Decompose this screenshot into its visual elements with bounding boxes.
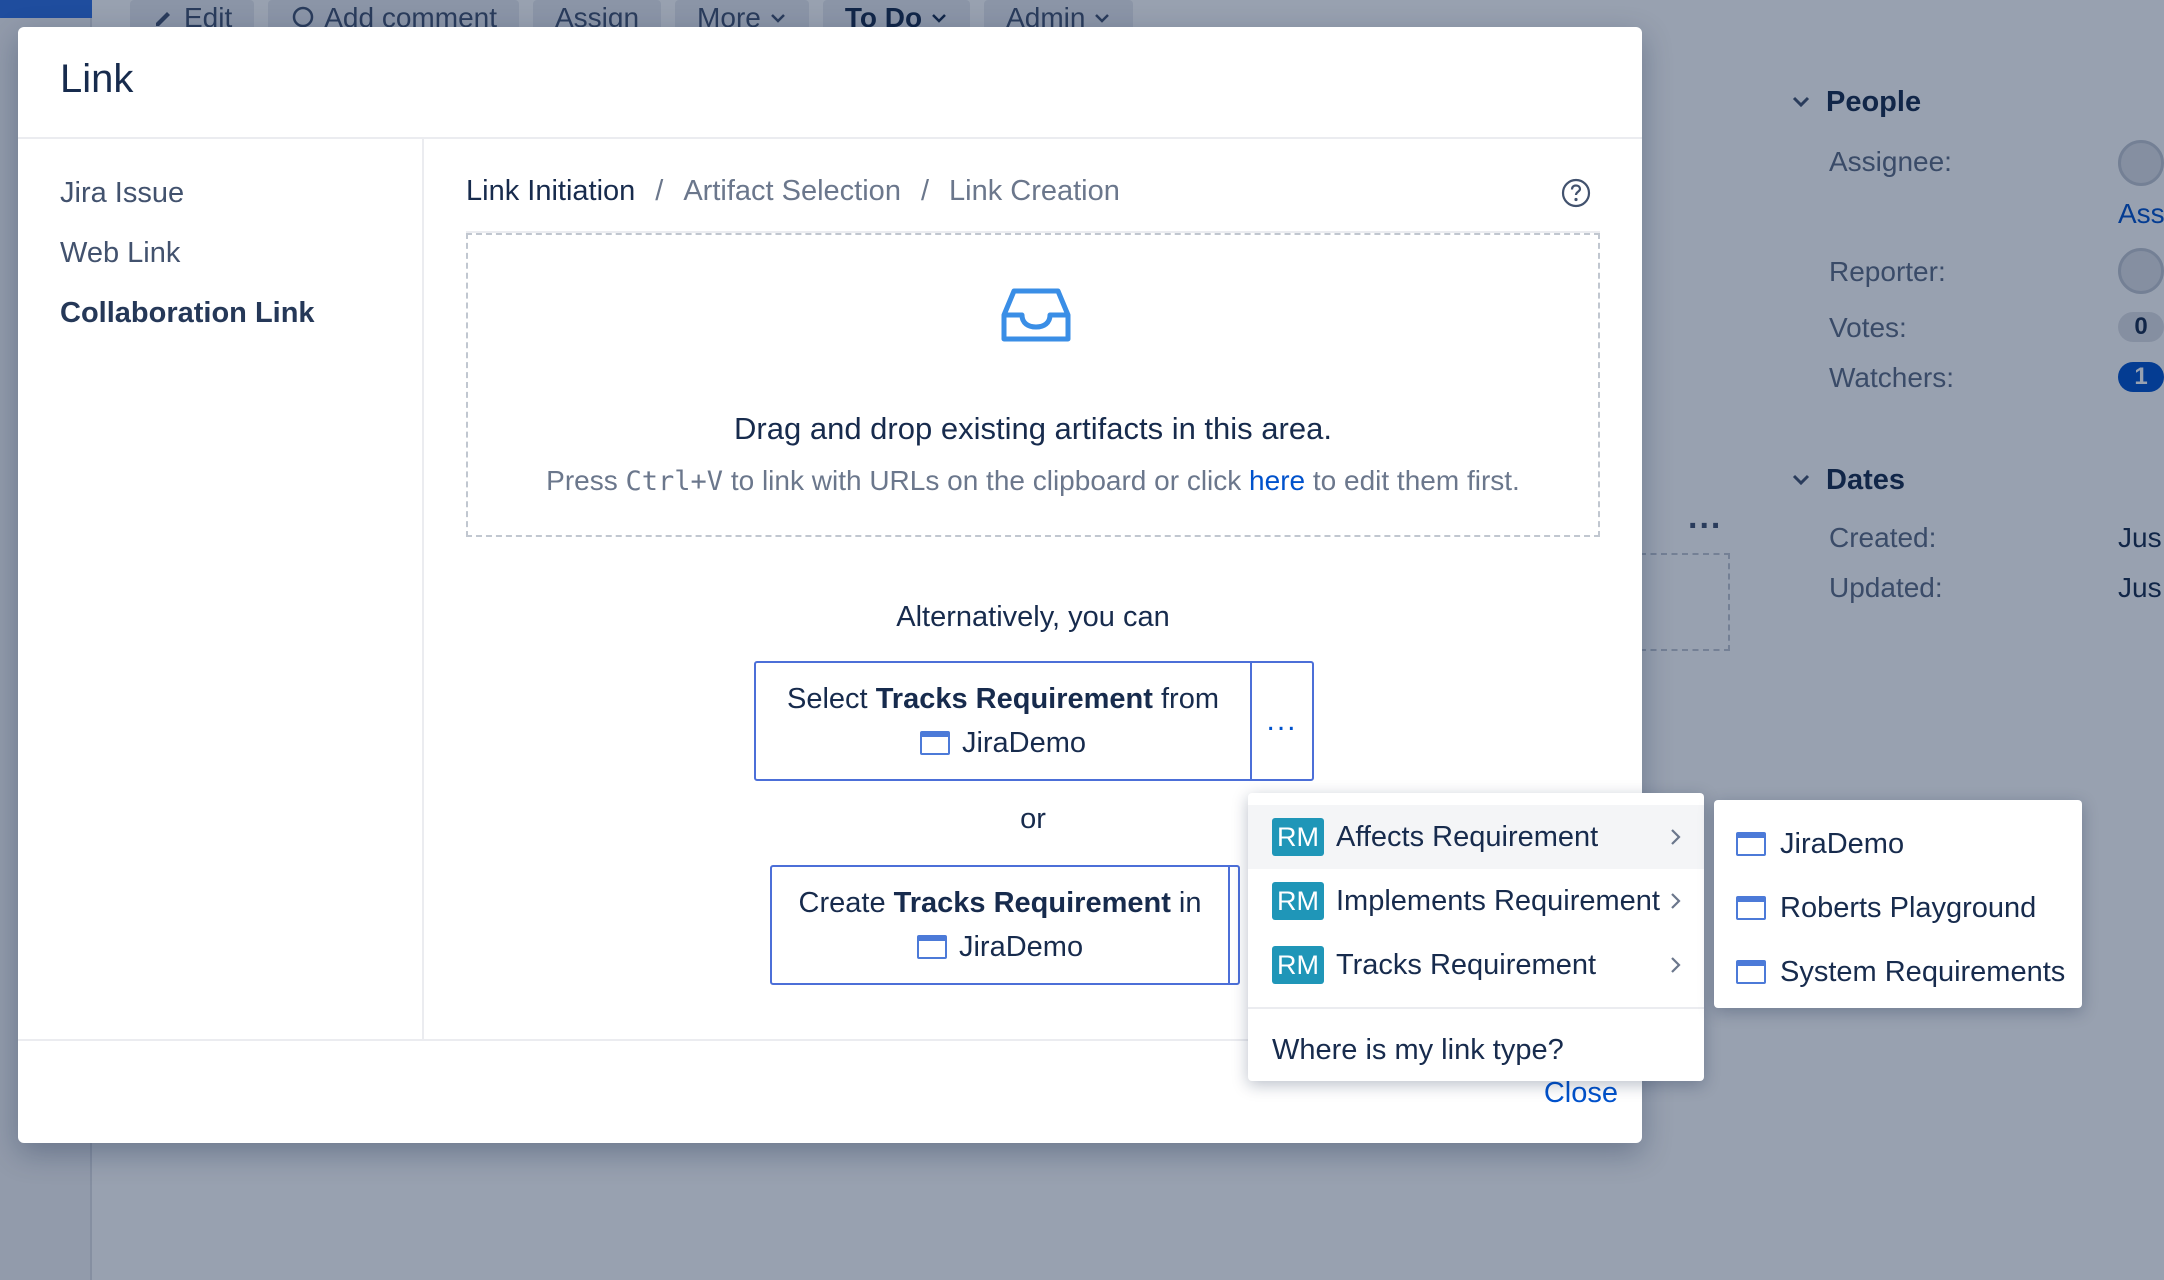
select-suffix: from	[1152, 683, 1219, 715]
menu-item-label: Affects Requirement	[1336, 820, 1599, 853]
link-type-menu: RM Affects Requirement RM Implements Req…	[1248, 793, 1704, 1081]
rm-badge: RM	[1272, 946, 1324, 984]
menu-divider	[1248, 1007, 1704, 1009]
select-project-name: JiraDemo	[961, 727, 1087, 759]
dialog-title: Link	[60, 57, 134, 101]
project-submenu: JiraDemo Roberts Playground System Requi…	[1714, 800, 2082, 1008]
breadcrumb: Link Initiation / Artifact Selection / L…	[466, 175, 1120, 208]
create-artifact-button[interactable]: Create Tracks Requirement in JiraDemo	[772, 867, 1228, 983]
create-suffix: in	[1170, 887, 1202, 919]
project-icon	[1736, 960, 1766, 984]
hint-text: Press	[546, 465, 626, 496]
select-link-type: Tracks Requirement	[875, 683, 1153, 715]
rm-badge: RM	[1272, 818, 1324, 856]
menu-item-label: Tracks Requirement	[1336, 948, 1597, 981]
menu-item-label: Implements Requirement	[1336, 884, 1660, 917]
select-artifact-button[interactable]: Select Tracks Requirement from JiraDemo	[756, 663, 1250, 779]
inbox-icon	[1001, 288, 1071, 342]
create-more-options-button[interactable]	[1228, 867, 1238, 983]
breadcrumb-separator: /	[920, 175, 930, 207]
project-icon	[919, 731, 950, 755]
breadcrumb-separator: /	[655, 175, 664, 207]
nav-item-web-link[interactable]: Web Link	[18, 231, 422, 291]
breadcrumb-link-creation: Link Creation	[949, 175, 1120, 207]
artifact-drop-zone[interactable]: Drag and drop existing artifacts in this…	[466, 233, 1600, 537]
select-prefix: Select	[787, 683, 876, 715]
drop-zone-hint: Press Ctrl+V to link with URLs on the cl…	[468, 465, 1598, 497]
menu-item-affects-requirement[interactable]: RM Affects Requirement	[1248, 805, 1704, 869]
project-icon	[916, 935, 947, 959]
drop-zone-title: Drag and drop existing artifacts in this…	[734, 411, 1332, 446]
create-project-name: JiraDemo	[958, 931, 1084, 963]
create-artifact-button-group: Create Tracks Requirement in JiraDemo	[770, 865, 1240, 985]
project-icon	[1736, 896, 1766, 920]
menu-item-tracks-requirement[interactable]: RM Tracks Requirement	[1248, 933, 1704, 997]
nav-item-jira-issue[interactable]: Jira Issue	[18, 171, 422, 231]
help-icon[interactable]	[1560, 177, 1592, 209]
alternatively-text: Alternatively, you can	[896, 601, 1170, 633]
where-is-my-link-type-item[interactable]: Where is my link type?	[1248, 1019, 1704, 1081]
submenu-item-label: System Requirements	[1780, 955, 2066, 988]
shortcut-key: Ctrl+V	[625, 466, 724, 497]
chevron-right-icon	[1671, 829, 1681, 845]
create-project: JiraDemo	[916, 925, 1084, 969]
rm-badge: RM	[1272, 882, 1324, 920]
breadcrumb-artifact-selection: Artifact Selection	[683, 175, 901, 207]
project-icon	[1736, 832, 1766, 856]
select-artifact-text: Select Tracks Requirement from	[787, 677, 1219, 721]
menu-item-implements-requirement[interactable]: RM Implements Requirement	[1248, 869, 1704, 933]
select-artifact-button-group: Select Tracks Requirement from JiraDemo …	[754, 661, 1314, 781]
select-project: JiraDemo	[919, 721, 1087, 765]
nav-item-collaboration-link[interactable]: Collaboration Link	[18, 291, 422, 351]
chevron-right-icon	[1671, 893, 1681, 909]
hint-text: to edit them first.	[1305, 465, 1520, 496]
submenu-item-label: Roberts Playground	[1780, 891, 2037, 924]
create-prefix: Create	[798, 887, 894, 919]
edit-urls-link[interactable]: here	[1249, 465, 1305, 496]
submenu-item-roberts-playground[interactable]: Roberts Playground	[1714, 876, 2082, 940]
submenu-item-system-requirements[interactable]: System Requirements	[1714, 940, 2082, 1004]
close-button[interactable]: Close	[1544, 1077, 1618, 1110]
select-more-options-button[interactable]: ...	[1250, 663, 1312, 779]
chevron-right-icon	[1671, 957, 1681, 973]
hint-text: to link with URLs on the clipboard or cl…	[723, 465, 1250, 496]
create-link-type: Tracks Requirement	[893, 887, 1171, 919]
submenu-item-label: JiraDemo	[1780, 827, 1905, 860]
create-artifact-text: Create Tracks Requirement in	[799, 881, 1202, 925]
breadcrumb-link-initiation: Link Initiation	[466, 175, 636, 207]
dialog-header: Link	[18, 27, 1642, 139]
link-type-nav: Jira Issue Web Link Collaboration Link	[18, 139, 424, 1039]
submenu-item-jirademo[interactable]: JiraDemo	[1714, 812, 2082, 876]
